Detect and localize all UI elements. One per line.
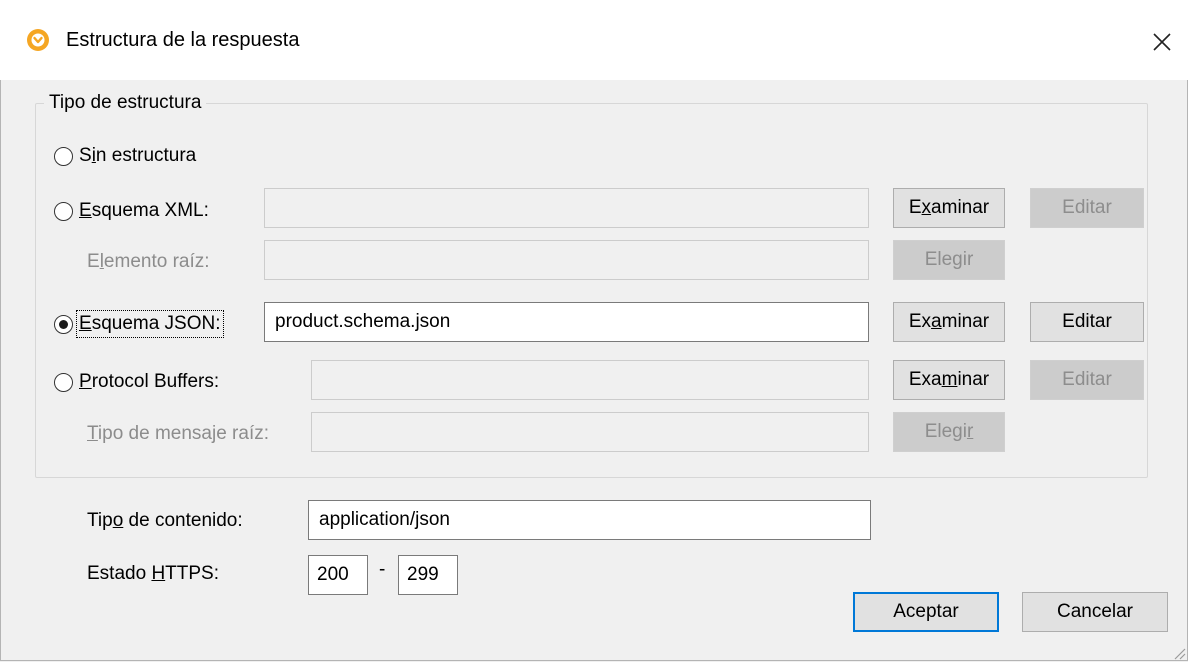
resize-grip-icon[interactable] (1170, 644, 1186, 660)
root-message-type-label: Tipo de mensaje raíz: (87, 423, 269, 444)
json-browse-button[interactable]: Ex a minar (893, 302, 1005, 342)
radio-protocol-buffers[interactable]: Protocol Buffers: (54, 371, 219, 393)
ok-button[interactable]: Aceptar (853, 592, 999, 632)
json-edit-button[interactable]: Editar (1030, 302, 1144, 342)
radio-label: Protocol Buffers: (79, 371, 220, 392)
cancel-button[interactable]: Cancelar (1022, 592, 1168, 632)
radio-no-structure[interactable]: Sin estructura (54, 145, 196, 167)
xml-edit-button[interactable]: Editar (1030, 188, 1144, 228)
xml-schema-input[interactable] (264, 188, 869, 228)
root-message-type-input[interactable] (311, 412, 869, 452)
radio-json-schema[interactable]: Esquema JSON: (54, 310, 224, 338)
radio-xml-schema[interactable]: Esquema XML: (54, 200, 209, 222)
content-type-label: Tipo de contenido: (87, 510, 243, 531)
https-status-label: Estado HTTPS: (87, 563, 220, 584)
xml-browse-button[interactable]: Ex aminar (893, 188, 1005, 228)
protobuf-edit-button[interactable]: Editar (1030, 360, 1144, 400)
radio-button[interactable] (54, 146, 73, 166)
json-schema-input[interactable]: product.schema.json (264, 302, 869, 342)
https-status-from-input[interactable]: 200 (308, 555, 368, 595)
radio-label: Sin estructura (79, 145, 197, 166)
structure-type-legend: Tipo de estructura (44, 92, 207, 114)
protobuf-input[interactable] (311, 360, 869, 400)
dialog-title: Estructura de la respuesta (66, 29, 300, 51)
radio-label: Esquema JSON: (76, 310, 224, 338)
radio-dot-icon (59, 319, 68, 329)
https-status-to-input[interactable]: 299 (398, 555, 458, 595)
close-icon (1153, 33, 1171, 51)
radio-button-selected[interactable] (54, 314, 73, 334)
app-logo-icon (27, 29, 49, 51)
root-element-input[interactable] (264, 240, 869, 280)
radio-button[interactable] (54, 372, 73, 392)
root-element-label: Elemento raíz: (87, 251, 210, 272)
https-status-separator: - (379, 559, 386, 580)
choose-root-element-button[interactable]: Ele g ir (893, 240, 1005, 280)
close-button[interactable] (1140, 20, 1184, 64)
radio-button[interactable] (54, 201, 73, 221)
protobuf-browse-button[interactable]: Exa m inar (893, 360, 1005, 400)
title-bar: Estructura de la respuesta (0, 0, 1188, 80)
content-type-input[interactable]: application/json (308, 500, 871, 540)
choose-root-message-button[interactable]: Elegi r (893, 412, 1005, 452)
radio-label: Esquema XML: (79, 200, 209, 221)
